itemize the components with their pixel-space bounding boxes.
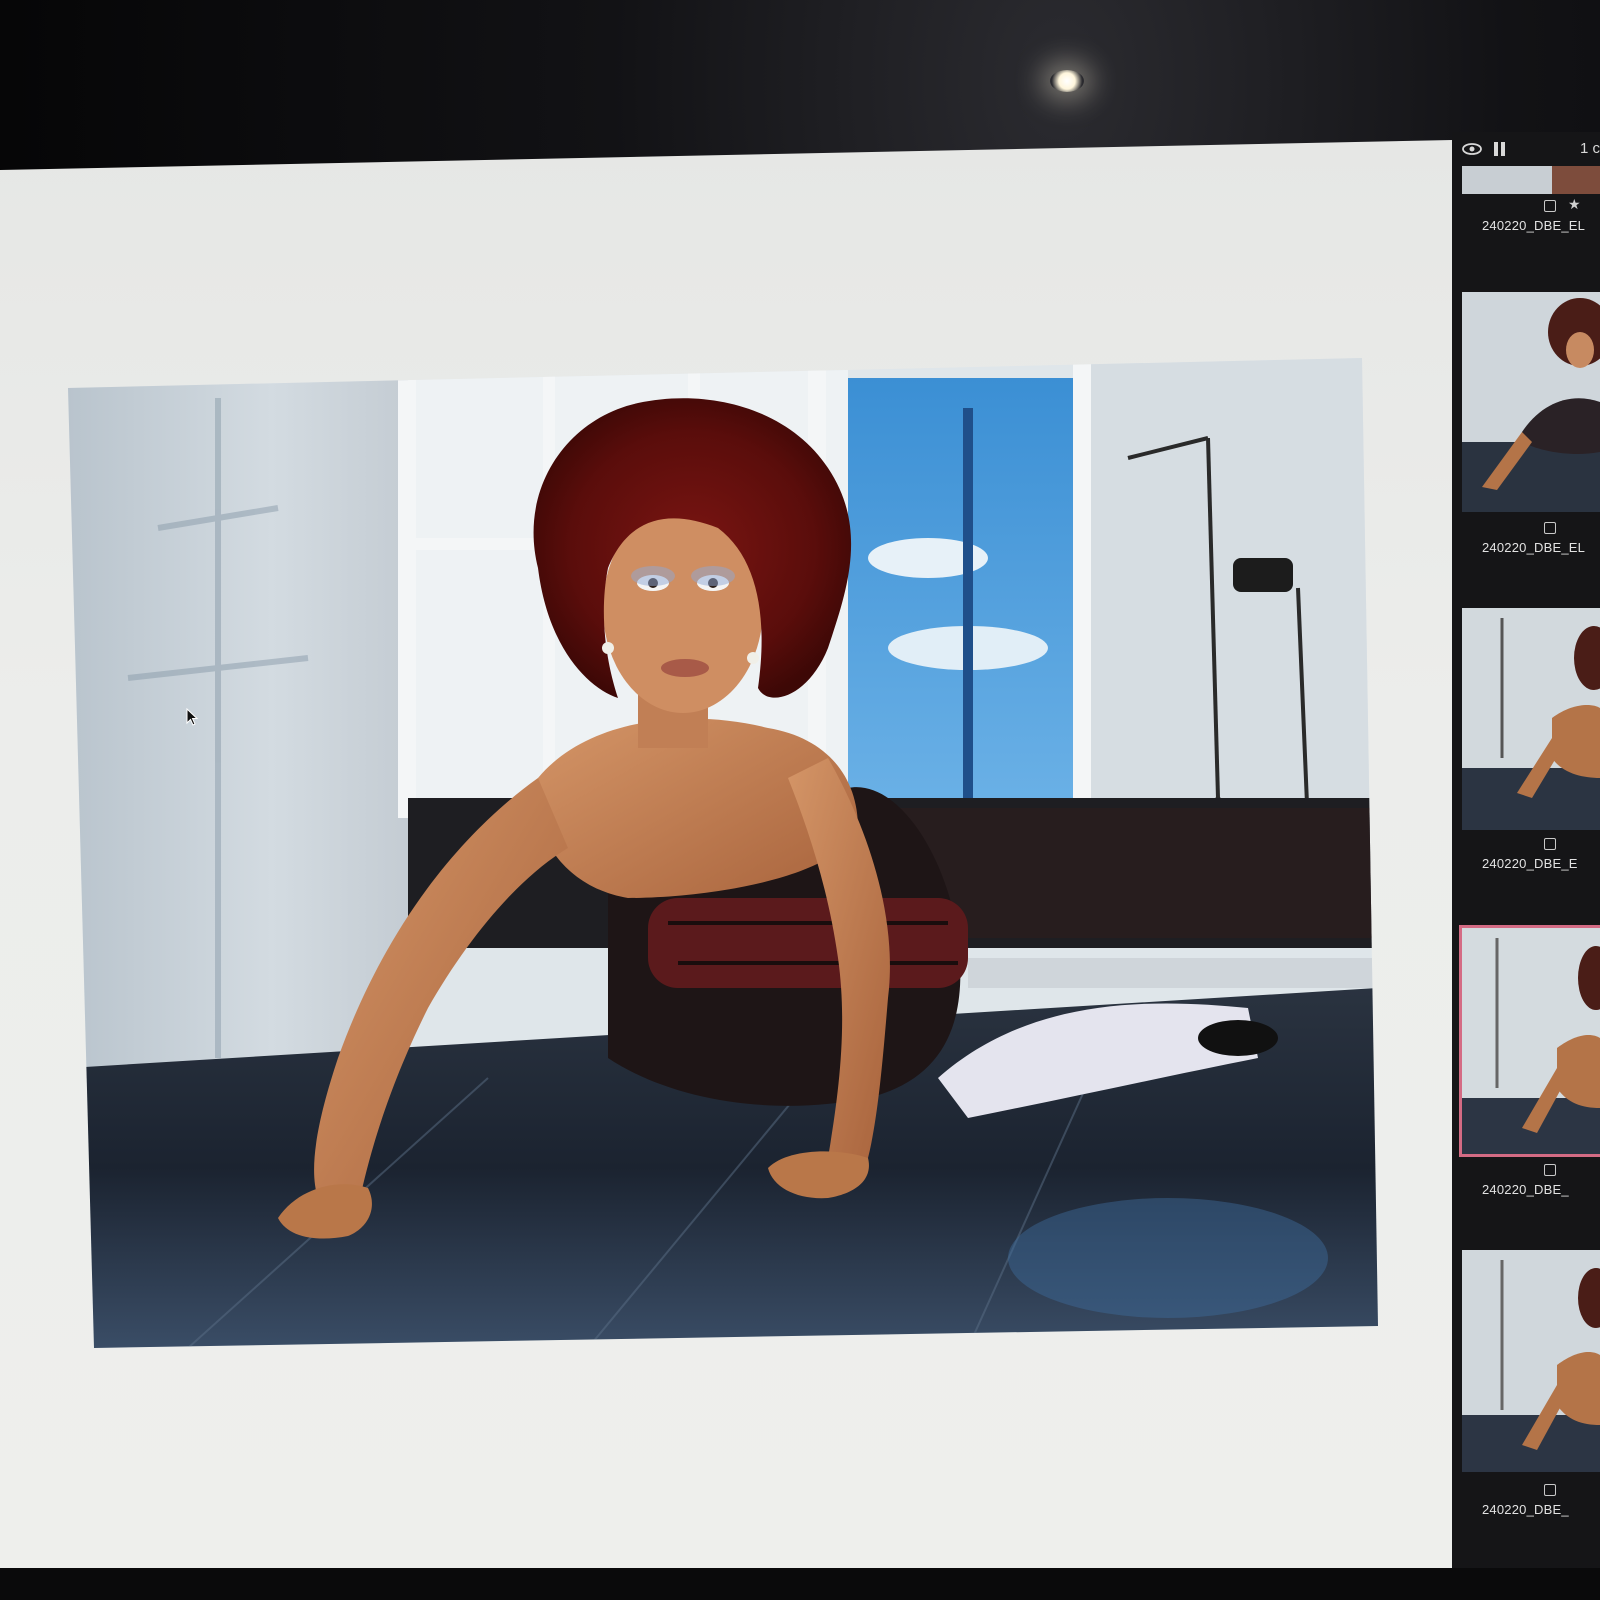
filmstrip-item-2[interactable]: 240220_DBE_EL [1452, 520, 1600, 564]
eye-icon[interactable] [1462, 143, 1482, 155]
thumbnail-filename: 240220_DBE_EL [1482, 540, 1586, 555]
pick-checkbox[interactable] [1544, 1484, 1556, 1496]
filmstrip-thumbnail-5[interactable] [1462, 1250, 1600, 1472]
mouse-cursor-icon [186, 708, 199, 726]
pick-checkbox[interactable] [1544, 200, 1556, 212]
main-preview-photo[interactable] [68, 358, 1378, 1348]
pick-checkbox[interactable] [1544, 838, 1556, 850]
filmstrip-thumbnail-2[interactable] [1462, 292, 1600, 512]
pick-checkbox[interactable] [1544, 522, 1556, 534]
page-counter: 1 c [1579, 140, 1600, 157]
filmstrip-panel[interactable]: 1 c ★ 240220_DBE_EL 240220_DBE_EL 240220… [1452, 132, 1600, 1582]
photo-studio-scene [68, 358, 1378, 1348]
thumbnail-filename: 240220_DBE_ [1482, 1502, 1569, 1517]
monitor-bezel-bottom [0, 1568, 1600, 1600]
filmstrip-thumbnail-4-selected[interactable] [1459, 925, 1600, 1157]
filmstrip-item-3[interactable]: 240220_DBE_E [1452, 836, 1600, 880]
filmstrip-item-4[interactable]: 240220_DBE_ [1452, 1162, 1600, 1206]
star-icon[interactable]: ★ [1568, 196, 1581, 213]
filmstrip-thumbnail-3[interactable] [1462, 608, 1600, 830]
pause-icon[interactable] [1494, 142, 1505, 156]
filmstrip-thumbnail-1[interactable] [1462, 166, 1600, 194]
filmstrip-toolbar [1452, 132, 1600, 166]
thumbnail-filename: 240220_DBE_ [1482, 1182, 1569, 1197]
pick-checkbox[interactable] [1544, 1164, 1556, 1176]
filmstrip-item-1[interactable]: ★ 240220_DBE_EL [1452, 196, 1600, 242]
photographed-monitor-scene: 1 c ★ 240220_DBE_EL 240220_DBE_EL 240220… [0, 0, 1600, 1600]
filmstrip-item-5[interactable]: 240220_DBE_ [1452, 1482, 1600, 1526]
thumbnail-filename: 240220_DBE_E [1482, 856, 1578, 871]
ceiling-light [1050, 70, 1084, 92]
thumbnail-filename: 240220_DBE_EL [1482, 218, 1586, 233]
